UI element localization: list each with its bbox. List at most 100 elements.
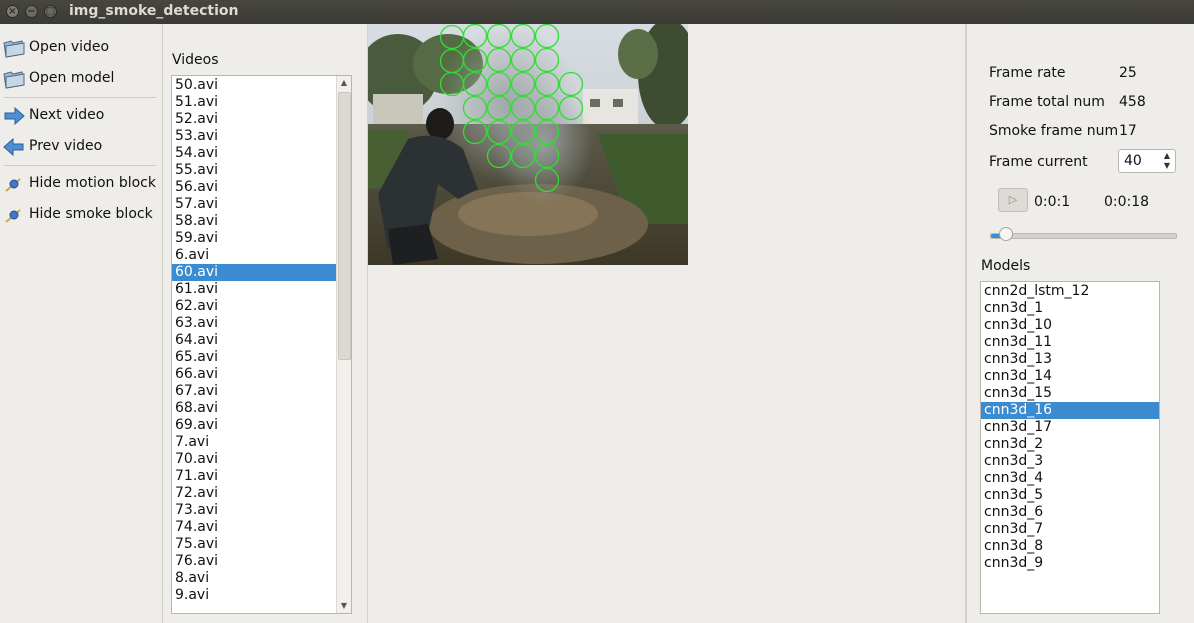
- model-list-item[interactable]: cnn3d_8: [981, 538, 1159, 555]
- hide-motion-block-button[interactable]: Hide motion block: [0, 170, 160, 198]
- model-list-item[interactable]: cnn3d_16: [981, 402, 1159, 419]
- model-list-item[interactable]: cnn3d_14: [981, 368, 1159, 385]
- splitter[interactable]: [162, 24, 163, 623]
- video-list-item[interactable]: 72.avi: [172, 485, 336, 502]
- video-list-item[interactable]: 65.avi: [172, 349, 336, 366]
- minimize-window-button[interactable]: −: [25, 5, 38, 18]
- models-list[interactable]: cnn2d_lstm_12 cnn3d_1 cnn3d_10 cnn3d_11 cnn3…: [980, 281, 1160, 614]
- maximize-window-button[interactable]: □: [44, 5, 57, 18]
- frame-current-value: 40: [1124, 153, 1142, 169]
- model-list-item[interactable]: cnn3d_1: [981, 300, 1159, 317]
- frame-current-spinbox[interactable]: 40 ▲ ▼: [1118, 149, 1176, 173]
- video-list-item[interactable]: 56.avi: [172, 179, 336, 196]
- open-model-button[interactable]: Open model: [0, 65, 160, 93]
- videos-list[interactable]: 50.avi 51.avi 52.avi 53.avi 54.avi 55.avi 56.a…: [171, 75, 352, 614]
- open-video-button[interactable]: Open video: [0, 34, 160, 62]
- hide-smoke-block-button[interactable]: Hide smoke block: [0, 201, 160, 229]
- video-list-item[interactable]: 52.avi: [172, 111, 336, 128]
- video-list-item[interactable]: 76.avi: [172, 553, 336, 570]
- hide-motion-block-label: Hide motion block: [29, 175, 156, 191]
- folder-icon: [3, 71, 25, 89]
- window-title: img_smoke_detection: [69, 3, 239, 19]
- video-list-item[interactable]: 66.avi: [172, 366, 336, 383]
- video-list-item[interactable]: 8.avi: [172, 570, 336, 587]
- spin-down-icon[interactable]: ▼: [1161, 161, 1173, 171]
- video-list-item[interactable]: 59.avi: [172, 230, 336, 247]
- video-list-item[interactable]: 55.avi: [172, 162, 336, 179]
- video-frame: [368, 24, 688, 265]
- spin-up-icon[interactable]: ▲: [1161, 151, 1173, 161]
- model-list-item[interactable]: cnn3d_3: [981, 453, 1159, 470]
- scroll-down-icon[interactable]: ▼: [337, 599, 351, 613]
- pin-icon: [5, 178, 21, 192]
- video-display-area: [367, 24, 967, 623]
- frame-rate-label: Frame rate: [989, 65, 1066, 81]
- model-list-item[interactable]: cnn3d_6: [981, 504, 1159, 521]
- video-list-item[interactable]: 50.avi: [172, 77, 336, 94]
- title-bar: × − □ img_smoke_detection: [0, 0, 1194, 24]
- close-window-button[interactable]: ×: [6, 5, 19, 18]
- toolbar: Open video Open model Next video Prev vi…: [0, 24, 162, 623]
- model-list-item[interactable]: cnn3d_7: [981, 521, 1159, 538]
- frame-total-value: 458: [1119, 94, 1146, 110]
- splitter[interactable]: [965, 24, 966, 623]
- model-list-item[interactable]: cnn3d_11: [981, 334, 1159, 351]
- video-list-item[interactable]: 64.avi: [172, 332, 336, 349]
- arrow-left-icon: [3, 137, 24, 157]
- prev-video-button[interactable]: Prev video: [0, 133, 160, 161]
- next-video-label: Next video: [29, 107, 105, 123]
- next-video-button[interactable]: Next video: [0, 102, 160, 130]
- hide-smoke-block-label: Hide smoke block: [29, 206, 153, 222]
- play-button[interactable]: ▷: [998, 188, 1028, 212]
- video-list-item[interactable]: 71.avi: [172, 468, 336, 485]
- video-list-item[interactable]: 70.avi: [172, 451, 336, 468]
- video-list-item[interactable]: 69.avi: [172, 417, 336, 434]
- toolbar-separator: [4, 165, 156, 166]
- video-list-item[interactable]: 54.avi: [172, 145, 336, 162]
- video-list-item[interactable]: 75.avi: [172, 536, 336, 553]
- model-list-item[interactable]: cnn3d_15: [981, 385, 1159, 402]
- smoke-frame-label: Smoke frame num: [989, 123, 1119, 139]
- model-list-item[interactable]: cnn3d_4: [981, 470, 1159, 487]
- video-list-item[interactable]: 67.avi: [172, 383, 336, 400]
- video-list-item[interactable]: 74.avi: [172, 519, 336, 536]
- slider-handle[interactable]: [999, 227, 1014, 241]
- prev-video-label: Prev video: [29, 138, 103, 154]
- scroll-up-icon[interactable]: ▲: [337, 76, 351, 90]
- model-list-item[interactable]: cnn3d_17: [981, 419, 1159, 436]
- time-total: 0:0:18: [1104, 194, 1150, 210]
- model-list-item[interactable]: cnn3d_9: [981, 555, 1159, 572]
- video-list-item[interactable]: 7.avi: [172, 434, 336, 451]
- smoke-frame-value: 17: [1119, 123, 1137, 139]
- video-list-item[interactable]: 9.avi: [172, 587, 336, 604]
- video-list-item[interactable]: 6.avi: [172, 247, 336, 264]
- model-list-item[interactable]: cnn3d_10: [981, 317, 1159, 334]
- time-current: 0:0:1: [1034, 194, 1071, 210]
- scrollbar-thumb[interactable]: [338, 92, 351, 360]
- folder-icon: [3, 40, 25, 58]
- models-label: Models: [981, 258, 1031, 274]
- play-icon: ▷: [1008, 193, 1018, 206]
- videos-scrollbar[interactable]: ▲ ▼: [336, 76, 351, 613]
- video-list-item[interactable]: 73.avi: [172, 502, 336, 519]
- model-list-item[interactable]: cnn2d_lstm_12: [981, 283, 1159, 300]
- frame-total-label: Frame total num: [989, 94, 1105, 110]
- video-list-item[interactable]: 51.avi: [172, 94, 336, 111]
- videos-label: Videos: [172, 52, 219, 68]
- frame-current-label: Frame current: [989, 154, 1088, 170]
- open-video-label: Open video: [29, 39, 110, 55]
- video-list-item[interactable]: 62.avi: [172, 298, 336, 315]
- video-list-item[interactable]: 60.avi: [172, 264, 336, 281]
- video-list-item[interactable]: 57.avi: [172, 196, 336, 213]
- model-list-item[interactable]: cnn3d_5: [981, 487, 1159, 504]
- frame-rate-value: 25: [1119, 65, 1137, 81]
- toolbar-separator: [4, 97, 156, 98]
- video-list-item[interactable]: 58.avi: [172, 213, 336, 230]
- video-list-item[interactable]: 53.avi: [172, 128, 336, 145]
- model-list-item[interactable]: cnn3d_2: [981, 436, 1159, 453]
- frame-slider[interactable]: [990, 233, 1177, 239]
- video-list-item[interactable]: 68.avi: [172, 400, 336, 417]
- video-list-item[interactable]: 61.avi: [172, 281, 336, 298]
- model-list-item[interactable]: cnn3d_13: [981, 351, 1159, 368]
- video-list-item[interactable]: 63.avi: [172, 315, 336, 332]
